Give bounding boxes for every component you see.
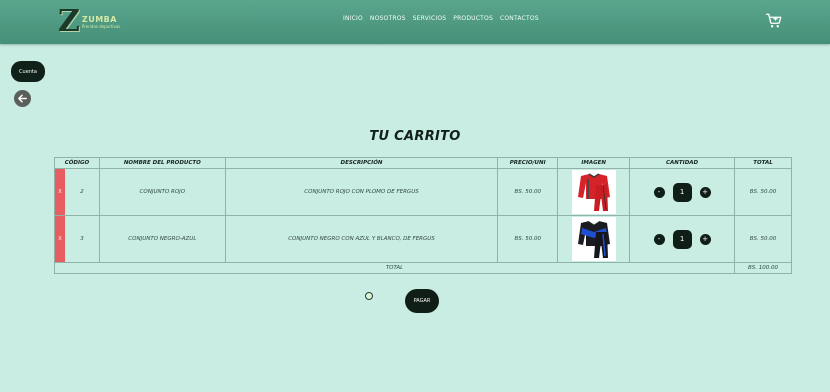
brand-name: ZUMBA <box>81 15 117 24</box>
page-title: TU CARRITO <box>369 129 461 144</box>
payment-radio[interactable] <box>365 292 373 300</box>
top-navbar: Z ZUMBA Prendas deportivas INICIO NOSOTR… <box>0 0 830 44</box>
brand-tagline: Prendas deportivas <box>81 24 121 29</box>
cart-table: CÓDIGO NOMBRE DEL PRODUCTO DESCRIPCIÓN P… <box>53 157 792 274</box>
cell-description: CONJUNTO ROJO CON PLOMO DE FERGUS <box>224 168 499 216</box>
total-label: TOTAL <box>53 262 736 274</box>
cell-description: CONJUNTO NEGRO CON AZUL Y BLANCO, DE FER… <box>224 215 499 263</box>
table-row: X 2 CONJUNTO ROJO CONJUNTO ROJO CON PLOM… <box>54 168 792 216</box>
back-button[interactable] <box>14 90 31 107</box>
cell-unit-price: BS. 50.00 <box>497 215 559 263</box>
item-code: 2 <box>80 189 84 195</box>
brand-logo[interactable]: Z ZUMBA Prendas deportivas <box>58 4 130 39</box>
nav-item-servicios[interactable]: SERVICIOS <box>413 15 447 22</box>
quantity-value: 1 <box>672 229 692 249</box>
header-total: TOTAL <box>734 157 792 169</box>
cell-quantity: - 1 + <box>629 168 736 216</box>
arrow-left-icon <box>18 94 27 103</box>
header-quantity: CANTIDAD <box>629 157 736 169</box>
quantity-stepper: - 1 + <box>630 229 734 249</box>
cell-product-name: CONJUNTO ROJO <box>98 168 226 216</box>
table-header-row: CÓDIGO NOMBRE DEL PRODUCTO DESCRIPCIÓN P… <box>54 157 792 169</box>
cell-code: X 2 <box>54 168 100 216</box>
decrease-quantity-button[interactable]: - <box>653 233 665 245</box>
logo-letter: Z <box>58 4 80 39</box>
increase-quantity-button[interactable]: + <box>699 233 711 245</box>
delete-item-button[interactable]: X <box>55 169 65 215</box>
total-row: TOTAL BS. 100.00 <box>53 262 792 274</box>
pay-button[interactable]: PAGAR <box>405 289 439 313</box>
nav-item-nosotros[interactable]: NOSOTROS <box>370 15 406 22</box>
header-unit-price: PRECIO/UNI <box>497 157 559 169</box>
cell-total: BS. 50.00 <box>734 168 792 216</box>
header-code: CÓDIGO <box>54 157 100 169</box>
nav-item-inicio[interactable]: INICIO <box>343 15 363 22</box>
quantity-value: 1 <box>672 182 692 202</box>
item-code: 3 <box>80 236 84 242</box>
cell-total: BS. 50.00 <box>734 215 792 263</box>
nav-item-contactos[interactable]: CONTACTOS <box>500 15 539 22</box>
shopping-cart-icon[interactable] <box>765 12 783 30</box>
cell-image <box>557 215 631 263</box>
quantity-stepper: - 1 + <box>630 182 734 202</box>
cell-unit-price: BS. 50.00 <box>497 168 559 216</box>
nav-item-productos[interactable]: PRODUCTOS <box>453 15 493 22</box>
header-product-name: NOMBRE DEL PRODUCTO <box>98 157 226 169</box>
delete-item-button[interactable]: X <box>55 216 65 262</box>
main-nav: INICIO NOSOTROS SERVICIOS PRODUCTOS CONT… <box>343 15 539 22</box>
increase-quantity-button[interactable]: + <box>699 186 711 198</box>
account-button[interactable]: Cuenta <box>11 61 45 82</box>
table-row: X 3 CONJUNTO NEGRO-AZUL CONJUNTO NEGRO C… <box>54 215 792 263</box>
header-description: DESCRIPCIÓN <box>224 157 499 169</box>
cell-image <box>557 168 631 216</box>
cell-product-name: CONJUNTO NEGRO-AZUL <box>98 215 226 263</box>
red-tracksuit-image <box>571 170 616 214</box>
total-value: BS. 100.00 <box>734 262 792 274</box>
blue-black-tracksuit-image <box>571 217 616 261</box>
cell-quantity: - 1 + <box>629 215 736 263</box>
cell-code: X 3 <box>54 215 100 263</box>
header-image: IMAGEN <box>557 157 631 169</box>
decrease-quantity-button[interactable]: - <box>653 186 665 198</box>
